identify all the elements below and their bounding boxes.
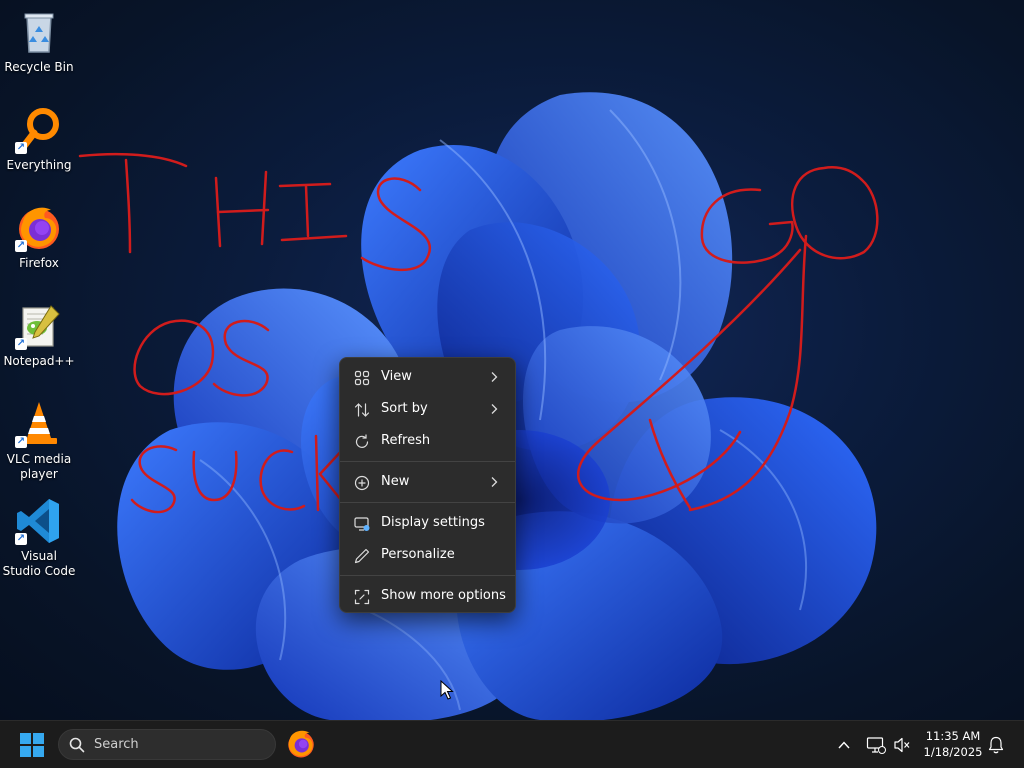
shortcut-arrow-icon: ↗ [15,533,27,545]
everything-search-icon: ↗ [15,106,63,154]
display-settings-icon [354,517,370,531]
desktop-icon-notepadpp[interactable]: ↗ Notepad++ [1,302,77,369]
start-button[interactable] [14,730,50,760]
menu-item-label: New [381,474,410,489]
desktop-icon-firefox[interactable]: ↗ Firefox [1,204,77,271]
notepadpp-icon: ↗ [15,302,63,350]
search-placeholder: Search [94,737,139,752]
refresh-icon [355,434,369,448]
desktop-icon-label: Recycle Bin [4,60,74,74]
vlc-cone-icon: ↗ [15,400,63,448]
menu-item-view[interactable]: View [344,362,511,392]
menu-item-label: Personalize [381,547,455,562]
desktop-icon-label: VLC media player [6,452,72,481]
menu-separator [340,461,515,462]
vscode-icon: ↗ [15,497,63,545]
chevron-right-icon [491,477,498,487]
chevron-up-icon[interactable] [836,737,852,753]
menu-item-refresh[interactable]: Refresh [344,426,511,456]
chevron-right-icon [491,372,498,382]
clock-date: 1/18/2025 [923,745,983,759]
menu-item-label: Sort by [381,401,428,416]
recycle-bin-icon [15,8,63,56]
menu-separator [340,502,515,503]
menu-item-label: View [381,369,412,384]
expand-icon [354,589,370,605]
notification-bell-icon[interactable] [987,735,1005,755]
shortcut-arrow-icon: ↗ [15,142,27,154]
shortcut-arrow-icon: ↗ [15,338,27,350]
firefox-icon [288,730,314,758]
taskbar: Search 11:35 AM 1/18/2025 [0,720,1024,768]
grid-view-icon [354,370,370,386]
menu-item-sort-by[interactable]: Sort by [344,394,511,424]
network-icon[interactable] [866,735,886,755]
desktop-icon-label: Firefox [19,256,59,270]
search-icon [69,737,85,753]
windows-logo-icon [20,733,44,757]
taskbar-clock[interactable]: 11:35 AM 1/18/2025 [918,728,988,760]
desktop-icon-label: Visual Studio Code [2,549,76,578]
desktop-icon-recycle-bin[interactable]: Recycle Bin [1,8,77,75]
taskbar-search-box[interactable]: Search [58,729,276,760]
desktop-icon-vlc[interactable]: ↗ VLC media player [1,400,77,482]
sort-arrows-icon [354,403,370,417]
volume-muted-icon[interactable] [893,735,911,755]
menu-item-display-settings[interactable]: Display settings [344,508,511,538]
menu-item-personalize[interactable]: Personalize [344,540,511,570]
desktop-icon-everything[interactable]: ↗ Everything [1,106,77,173]
chevron-right-icon [491,404,498,414]
menu-item-label: Refresh [381,433,431,448]
desktop-icon-label: Everything [6,158,72,172]
menu-item-new[interactable]: New [344,467,511,497]
menu-item-label: Show more options [381,588,506,603]
menu-item-show-more-options[interactable]: Show more options [344,581,511,611]
plus-circle-icon [354,475,370,491]
clock-time: 11:35 AM [925,729,981,743]
firefox-icon: ↗ [15,204,63,252]
desktop-icon-vscode[interactable]: ↗ Visual Studio Code [1,497,77,579]
shortcut-arrow-icon: ↗ [15,240,27,252]
desktop-icon-label: Notepad++ [3,354,75,368]
taskbar-app-firefox[interactable] [284,727,318,761]
menu-item-label: Display settings [381,515,485,530]
mouse-cursor-icon [440,680,454,700]
desktop-context-menu: View Sort by Refresh New Display setting… [339,357,516,613]
pen-icon [354,548,370,564]
menu-separator [340,575,515,576]
shortcut-arrow-icon: ↗ [15,436,27,448]
